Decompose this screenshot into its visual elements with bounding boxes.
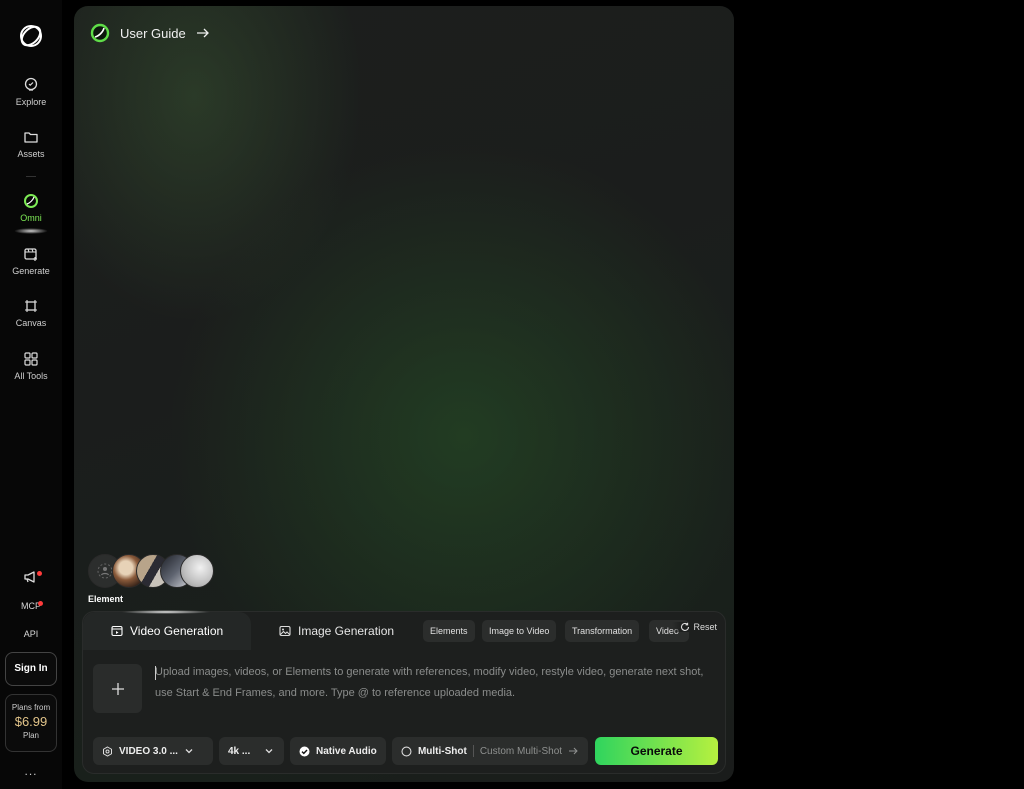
upload-media-button[interactable] (93, 664, 142, 713)
announcements-button[interactable] (0, 570, 62, 586)
radio-circle-icon (401, 745, 412, 757)
sidebar-item-label: All Tools (14, 371, 48, 381)
image-icon (279, 625, 291, 637)
chip-image-to-video[interactable]: Image to Video (482, 620, 557, 642)
prompt-input[interactable] (155, 662, 715, 712)
chevron-down-icon (265, 749, 273, 754)
sidebar-item-canvas[interactable]: Canvas (0, 298, 62, 328)
sidebar-item-generate[interactable]: Generate (0, 246, 62, 276)
sidebar-item-omni[interactable]: Omni (0, 193, 62, 223)
plan-suffix: Plan (22, 731, 39, 740)
resolution-select[interactable]: 4k ... (219, 737, 284, 765)
sidebar-item-label: Canvas (15, 318, 47, 328)
text-caret (155, 666, 156, 680)
grid-icon (24, 352, 38, 366)
main-panel: User Guide Element Video Generation Imag… (74, 6, 734, 782)
sidebar-item-label: Omni (20, 213, 42, 223)
sidebar: Explore Assets Omni Generate Canvas All … (0, 0, 62, 789)
element-label: Element (88, 594, 124, 604)
more-menu-button[interactable]: ... (0, 764, 62, 778)
notification-dot (37, 571, 42, 576)
tab-video-generation[interactable]: Video Generation (83, 610, 251, 650)
chip-transformation[interactable]: Transformation (565, 620, 640, 642)
sidebar-divider (26, 176, 36, 177)
generate-icon (24, 248, 37, 261)
reset-label: Reset (693, 622, 717, 632)
resolution-label: 4k ... (228, 745, 251, 757)
omni-badge-icon (90, 23, 110, 43)
sidebar-item-all-tools[interactable]: All Tools (0, 351, 62, 381)
prompt-composer: Video Generation Image Generation Elemen… (82, 610, 726, 774)
user-guide-link[interactable]: User Guide (90, 23, 210, 43)
plan-caption: Plans from (11, 703, 51, 712)
sidebar-item-label: Explore (15, 97, 47, 107)
sidebar-item-explore[interactable]: Explore (0, 77, 62, 107)
multi-shot-label: Multi-Shot (417, 745, 467, 757)
refresh-icon (681, 622, 690, 631)
canvas-icon (25, 300, 37, 312)
plan-card[interactable]: Plans from $6.99 Plan (5, 694, 57, 752)
divider (472, 745, 474, 757)
chip-elements[interactable]: Elements (423, 620, 475, 642)
model-select[interactable]: VIDEO 3.0 ... (93, 737, 213, 765)
custom-multi-shot-label: Custom Multi-Shot (479, 745, 563, 757)
user-guide-label: User Guide (120, 25, 186, 41)
generate-button[interactable]: Generate (595, 737, 718, 765)
mcp-link[interactable]: MCP (0, 601, 62, 611)
multi-shot-toggle[interactable]: Multi-Shot Custom Multi-Shot (392, 737, 588, 765)
tab-image-generation[interactable]: Image Generation (279, 612, 394, 650)
sidebar-item-label: Generate (12, 266, 50, 276)
omni-icon (24, 194, 38, 208)
app-logo-icon[interactable] (17, 22, 45, 50)
arrow-right-icon (196, 28, 209, 38)
sign-in-button[interactable]: Sign In (5, 652, 57, 686)
model-label: VIDEO 3.0 ... (119, 745, 178, 757)
folder-icon (24, 132, 38, 143)
native-audio-label: Native Audio (316, 745, 377, 757)
check-circle-icon (299, 746, 310, 756)
tab-label: Image Generation (298, 624, 395, 638)
arrow-right-icon (569, 747, 578, 755)
native-audio-toggle[interactable]: Native Audio (290, 737, 386, 765)
notification-dot (38, 601, 43, 606)
chevron-down-icon (185, 749, 193, 754)
api-label: API (23, 629, 39, 639)
model-icon (103, 745, 112, 757)
tab-label: Video Generation (130, 624, 224, 638)
plan-price: $6.99 (14, 714, 48, 729)
element-avatar[interactable] (180, 554, 214, 588)
reset-button[interactable]: Reset (672, 622, 717, 632)
explore-icon (24, 77, 38, 91)
sidebar-item-assets[interactable]: Assets (0, 129, 62, 159)
api-link[interactable]: API (0, 629, 62, 639)
sidebar-item-label: Assets (17, 149, 45, 159)
element-avatars[interactable] (88, 554, 218, 588)
active-indicator (14, 228, 48, 234)
plus-icon (111, 682, 124, 695)
video-generation-icon (111, 625, 123, 637)
